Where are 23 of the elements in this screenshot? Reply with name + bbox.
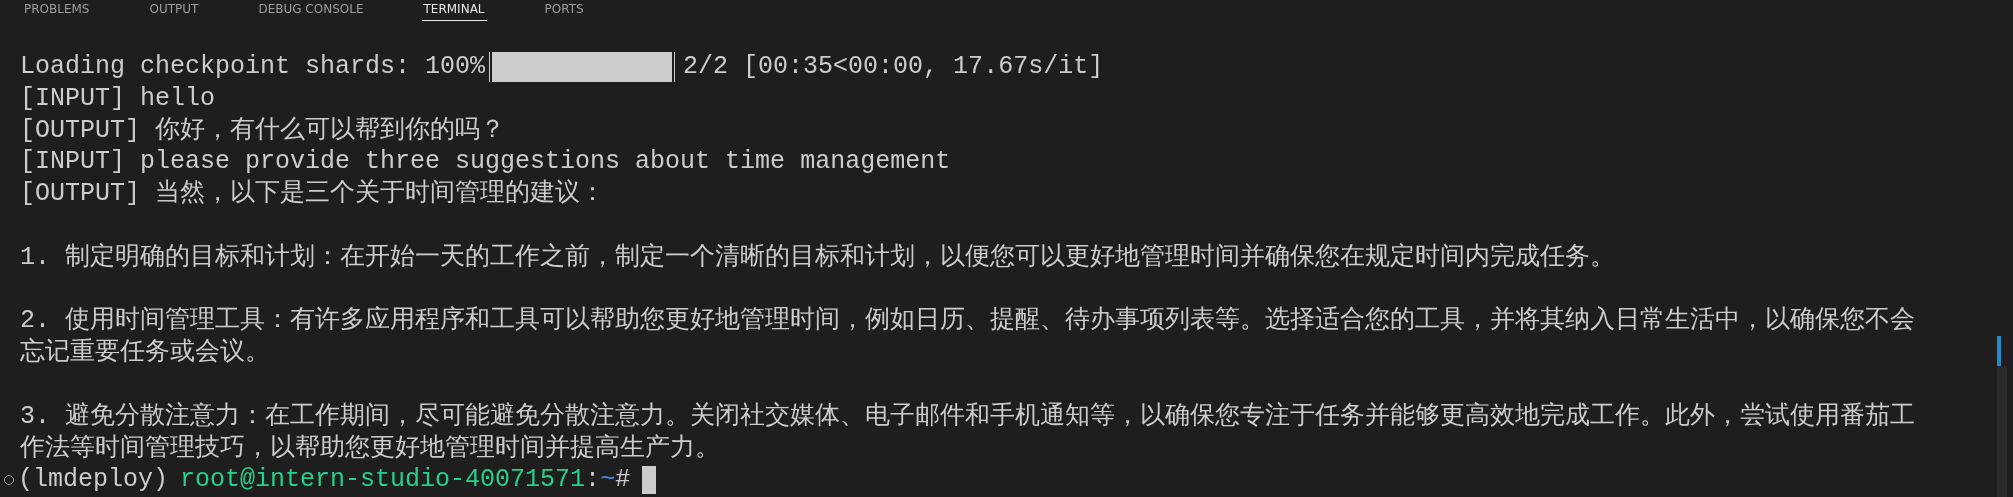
- terminal-text: 3. 避免分散注意力：在工作期间，尽可能避免分散注意力。关闭社交媒体、电子邮件和手机通知等，以确保您专注于任务并能够更高效地完成工作。此外，尝试使用番茄工: [20, 400, 1915, 433]
- terminal-text: [OUTPUT] 你好，有什么可以帮到你的吗？: [20, 114, 506, 147]
- panel-tab[interactable]: OUTPUT: [147, 0, 201, 20]
- terminal-text: [OUTPUT] 当然，以下是三个关于时间管理的建议：: [20, 178, 606, 210]
- terminal-text: 2/2 [00:35<00:00, 17.67s/it]: [683, 51, 1104, 83]
- terminal-text: Loading checkpoint shards: 100%: [20, 51, 486, 83]
- panel-tab[interactable]: TERMINAL: [421, 0, 487, 21]
- prompt-path: ~: [600, 464, 616, 497]
- prompt-symbol: #: [615, 464, 631, 497]
- prompt-user: root@intern-studio-40071571: [180, 464, 586, 497]
- scrollbar[interactable]: [1997, 336, 2007, 497]
- panel-tab[interactable]: PORTS: [542, 0, 586, 20]
- prompt-separator: :: [585, 464, 601, 497]
- panel-tab[interactable]: PROBLEMS: [22, 0, 92, 20]
- terminal-text: 1. 制定明确的目标和计划：在开始一天的工作之前，制定一个清晰的目标和计划，以便您可以更好地管理时间并确保您在规定时间内完成任务。: [20, 241, 1615, 274]
- terminal-text: 忘记重要任务或会议。: [20, 337, 270, 369]
- terminal-text: [INPUT] hello: [20, 82, 216, 115]
- cursor: [642, 466, 657, 495]
- terminal-text: [INPUT] please provide three suggestions about time management: [20, 146, 951, 179]
- prompt-env: (lmdeploy): [18, 464, 169, 497]
- terminal-text: 2. 使用时间管理工具：有许多应用程序和工具可以帮助您更好地管理时间，例如日历、提醒、待办事项列表等。选择适合您的工具，并将其纳入日常生活中，以确保您不会: [20, 305, 1915, 337]
- panel-tab[interactable]: DEBUG CONSOLE: [256, 0, 366, 20]
- terminal-text: 作法等时间管理技巧，以帮助您更好地管理时间并提高生产力。: [20, 432, 720, 465]
